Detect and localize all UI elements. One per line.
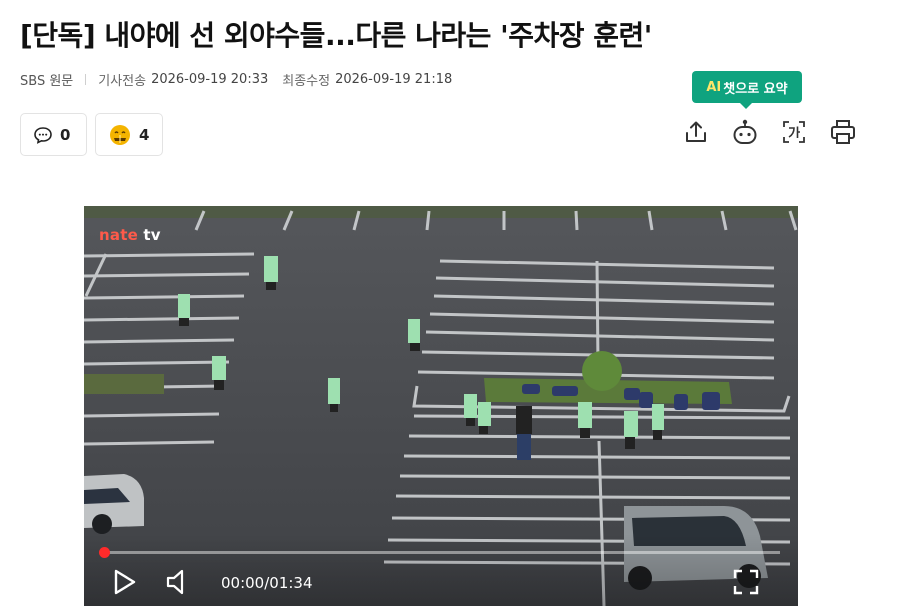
emotion-count: 4 — [139, 125, 150, 144]
video-controls: 00:00/01:34 — [84, 534, 798, 606]
play-button[interactable] — [110, 568, 138, 596]
progress-handle[interactable] — [99, 547, 110, 558]
share-button[interactable] — [680, 116, 712, 148]
print-button[interactable] — [827, 116, 859, 148]
chatbot-icon — [733, 119, 757, 144]
video-time: 00:00/01:34 — [221, 574, 313, 592]
video-player[interactable]: nate tv 00:00/01:34 — [84, 206, 798, 606]
volume-icon — [166, 569, 184, 595]
translate-button[interactable] — [778, 116, 810, 148]
nate-tv-logo: nate tv — [99, 226, 161, 244]
emotion-emoji-icon — [110, 124, 130, 145]
article-toolbar — [680, 116, 876, 148]
fullscreen-button[interactable] — [732, 568, 760, 596]
published-time: 2026-09-19 20:33 — [151, 72, 269, 87]
article-meta: SBS 원문 기사전송 2026-09-19 20:33 최종수정 2026-0… — [20, 70, 452, 89]
translate-icon — [783, 121, 805, 143]
progress-bar[interactable] — [99, 547, 780, 558]
play-icon — [114, 569, 136, 595]
published-label: 기사전송 — [98, 74, 147, 89]
modified-time: 2026-09-19 21:18 — [335, 72, 453, 87]
emotion-button[interactable]: 4 — [95, 113, 163, 156]
print-icon — [831, 120, 855, 144]
chatbot-button[interactable] — [729, 116, 761, 148]
fullscreen-icon — [733, 569, 759, 595]
ai-summary-badge[interactable]: AI 챗으로 요약 — [692, 71, 802, 109]
ai-badge-text: 챗으로 요약 — [723, 81, 788, 97]
comment-button[interactable]: 0 — [20, 113, 87, 156]
press-source-link[interactable]: SBS 원문 — [20, 70, 73, 89]
volume-button[interactable] — [164, 568, 192, 596]
comment-icon — [34, 126, 52, 144]
article-headline: [단독] 내야에 선 외야수들...다른 나라는 '주차장 훈련' — [20, 19, 652, 52]
share-icon — [686, 121, 706, 142]
modified-label: 최종수정 — [282, 74, 331, 89]
meta-divider — [85, 74, 87, 85]
comment-count: 0 — [60, 125, 71, 144]
ai-badge-prefix: AI — [706, 79, 722, 95]
